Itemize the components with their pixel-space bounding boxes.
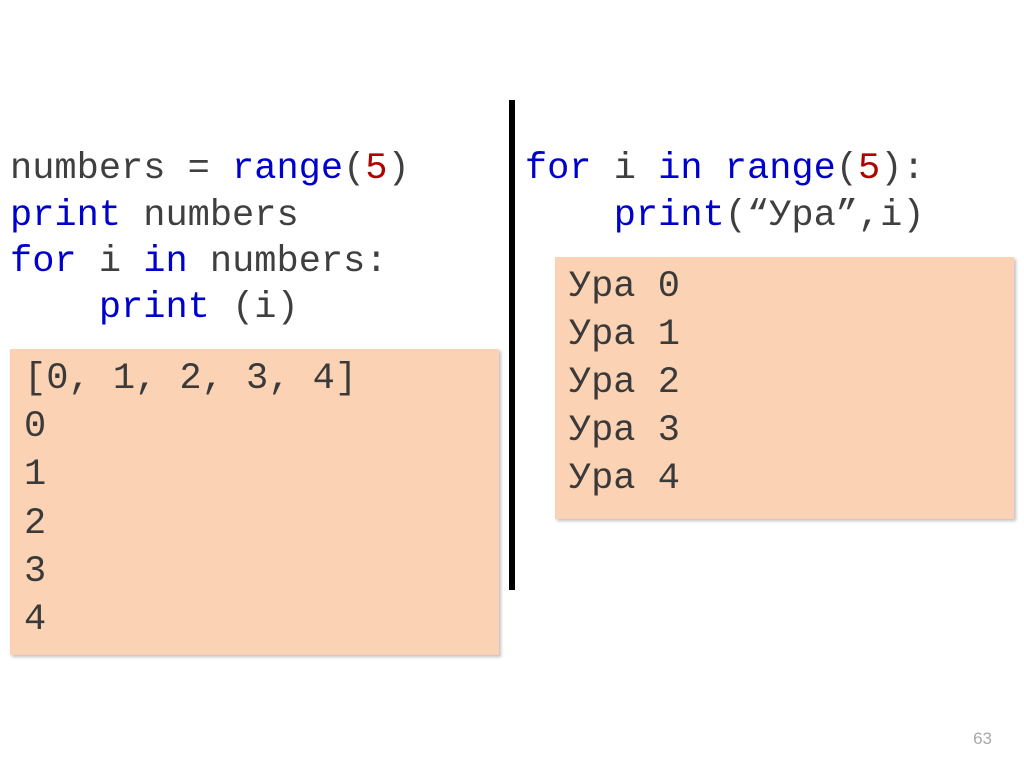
right-code-block: for i in range(5): print(“Ура”,i) [525, 100, 1014, 239]
token-keyword: for [10, 241, 77, 283]
code-line: print (i) [10, 287, 299, 329]
token-keyword: in [143, 241, 187, 283]
token [703, 148, 725, 190]
left-column: numbers = range(5) print numbers for i i… [4, 100, 505, 655]
left-output-box: [0, 1, 2, 3, 4] 0 1 2 3 4 [10, 349, 499, 655]
token: (“Ура”,i) [725, 195, 925, 237]
two-column-layout: numbers = range(5) print numbers for i i… [4, 100, 1020, 655]
token: numbers [121, 195, 299, 237]
token-number: 5 [365, 148, 387, 190]
token: ( [836, 148, 858, 190]
token-keyword: print [99, 287, 210, 329]
code-line: for i in numbers: [10, 241, 388, 283]
token: ( [343, 148, 365, 190]
token: (i) [210, 287, 299, 329]
token-keyword: range [725, 148, 836, 190]
token [525, 195, 614, 237]
code-line: print(“Ура”,i) [525, 195, 925, 237]
token: numbers: [188, 241, 388, 283]
slide-number: 63 [973, 729, 992, 749]
token-keyword: for [525, 148, 592, 190]
token-number: 5 [858, 148, 880, 190]
token: i [592, 148, 659, 190]
token-keyword: print [10, 195, 121, 237]
token-keyword: print [614, 195, 725, 237]
vertical-divider [509, 100, 515, 590]
token: ) [388, 148, 410, 190]
token [10, 287, 99, 329]
right-output-box: Ура 0 Ура 1 Ура 2 Ура 3 Ура 4 [555, 257, 1014, 519]
token-keyword: in [658, 148, 702, 190]
token: numbers = [10, 148, 232, 190]
slide: numbers = range(5) print numbers for i i… [0, 0, 1024, 767]
token: ): [880, 148, 924, 190]
right-column: for i in range(5): print(“Ура”,i) Ура 0 … [519, 100, 1020, 655]
token: i [77, 241, 144, 283]
token-keyword: range [232, 148, 343, 190]
left-code-block: numbers = range(5) print numbers for i i… [10, 100, 499, 331]
code-line: print numbers [10, 195, 299, 237]
code-line: numbers = range(5) [10, 148, 410, 190]
code-line: for i in range(5): [525, 148, 925, 190]
